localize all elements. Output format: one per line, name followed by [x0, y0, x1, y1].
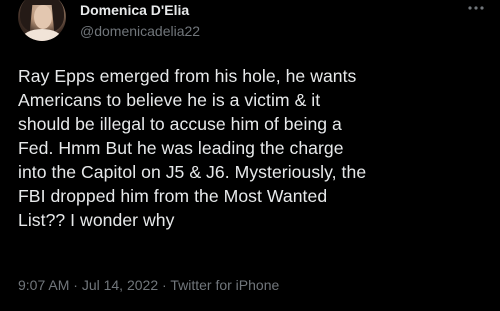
tweet-text: Ray Epps emerged from his hole, he wants… — [18, 66, 367, 230]
tweet-card: Domenica D'Elia @domenicadelia22 Ray Epp… — [0, 0, 500, 311]
meta-separator: · — [69, 277, 82, 293]
author-display-name[interactable]: Domenica D'Elia — [80, 1, 200, 19]
tweet-date[interactable]: Jul 14, 2022 — [82, 277, 158, 293]
more-options-button[interactable] — [464, 0, 488, 18]
tweet-meta: 9:07 AM · Jul 14, 2022 · Twitter for iPh… — [18, 276, 279, 294]
author-handle[interactable]: @domenicadelia22 — [80, 22, 200, 40]
avatar[interactable] — [18, 0, 66, 41]
avatar-shoulder — [22, 29, 62, 41]
meta-separator: · — [158, 277, 171, 293]
avatar-face — [34, 5, 52, 29]
tweet-source[interactable]: Twitter for iPhone — [170, 277, 279, 293]
more-horizontal-icon — [468, 6, 484, 10]
author-info: Domenica D'Elia @domenicadelia22 — [80, 1, 200, 40]
tweet-time[interactable]: 9:07 AM — [18, 277, 69, 293]
